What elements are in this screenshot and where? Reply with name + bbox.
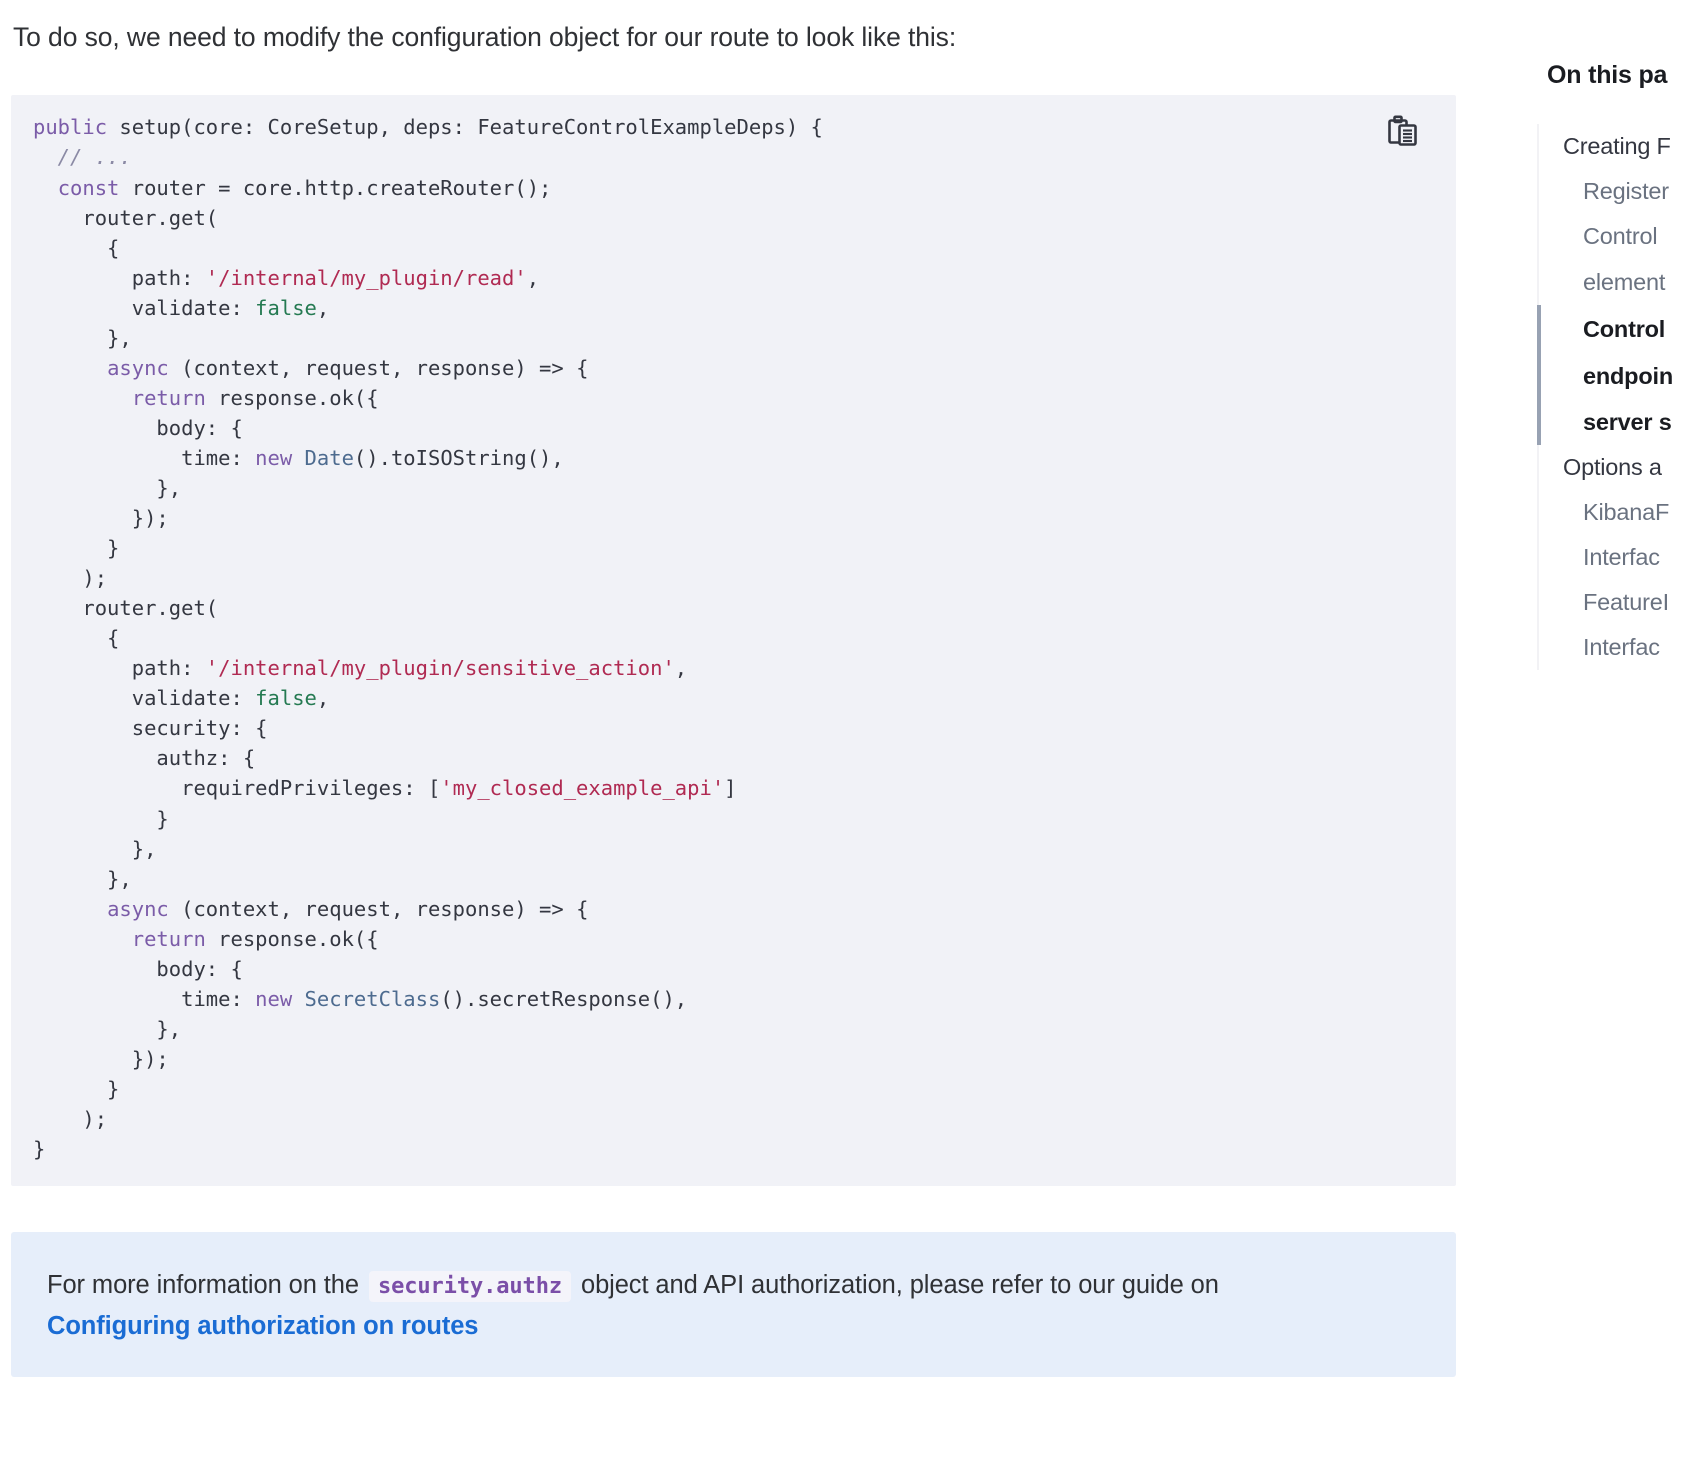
toc-item-continuation: endpoin: [1583, 363, 1673, 389]
code-token: requiredPrivileges: [: [33, 776, 441, 801]
code-token: public: [33, 115, 108, 140]
code-token: false: [255, 295, 317, 320]
code-block: public setup(core: CoreSetup, deps: Feat…: [11, 95, 1456, 1187]
code-token: router.get(: [33, 205, 219, 230]
toc-item-continuation: server s: [1583, 409, 1672, 435]
code-token: path:: [33, 656, 206, 681]
code-content: public setup(core: CoreSetup, deps: Feat…: [11, 112, 1456, 1164]
code-token: validate:: [33, 295, 256, 320]
main-content-column: To do so, we need to modify the configur…: [11, 0, 1456, 1377]
callout-text: For more information on the security.aut…: [47, 1266, 1420, 1306]
callout-text-before: For more information on the: [47, 1271, 359, 1300]
code-token: });: [33, 506, 169, 531]
documentation-page: To do so, we need to modify the configur…: [0, 0, 1690, 1464]
code-token: (context, request, response) => {: [168, 896, 589, 921]
code-token: ,: [316, 295, 330, 320]
copy-clipboard-icon[interactable]: [1386, 114, 1420, 148]
code-token: setup(core: CoreSetup, deps: FeatureCont…: [107, 115, 823, 140]
on-this-page-list: Creating F Register Control element Control e…: [1537, 124, 1690, 670]
on-this-page-rail: On this pa Creating F Register Control elem…: [1537, 0, 1690, 1464]
code-token: response.ok({: [205, 926, 379, 951]
code-token: security: {: [33, 716, 268, 741]
code-token: Date: [304, 445, 354, 470]
code-token: ]: [724, 776, 737, 801]
code-token: validate:: [33, 686, 256, 711]
code-token: return: [131, 385, 206, 410]
toc-item[interactable]: Creating F: [1539, 124, 1690, 169]
code-token: time:: [33, 445, 256, 470]
code-token: (context, request, response) => {: [168, 355, 589, 380]
code-token: ().secretResponse(),: [440, 986, 688, 1011]
code-token: response.ok({: [205, 385, 379, 410]
code-token: body: {: [33, 956, 243, 981]
code-token: },: [33, 1016, 182, 1041]
toc-item-continuation: element: [1583, 269, 1666, 295]
callout-text-after: object and API authorization, please ref…: [581, 1271, 1219, 1300]
code-token: new: [255, 986, 293, 1011]
info-callout: For more information on the security.aut…: [11, 1232, 1456, 1377]
toc-item[interactable]: Control: [1539, 305, 1690, 353]
toc-item[interactable]: Options a: [1539, 445, 1690, 490]
code-token: }: [33, 1076, 120, 1101]
toc-item[interactable]: Interfac: [1539, 535, 1690, 580]
code-token: },: [33, 866, 132, 891]
toc-active-indicator: [1537, 305, 1541, 445]
code-token: ,: [316, 686, 330, 711]
code-token: path:: [33, 265, 206, 290]
code-token: time:: [33, 986, 256, 1011]
code-token: false: [255, 686, 317, 711]
code-token: async: [107, 896, 169, 921]
code-token: }: [33, 1137, 46, 1162]
callout-link[interactable]: Configuring authorization on routes: [47, 1312, 478, 1341]
toc-item[interactable]: Interfac: [1539, 625, 1690, 670]
code-token: authz: {: [33, 746, 256, 771]
code-token: new: [255, 445, 293, 470]
code-token: '/internal/my_plugin/read': [205, 265, 527, 290]
code-token: }: [33, 806, 169, 831]
toc-item[interactable]: KibanaF: [1539, 490, 1690, 535]
code-token: },: [33, 475, 182, 500]
code-token: router = core.http.createRouter();: [119, 175, 552, 200]
code-token: ().toISOString(),: [353, 445, 564, 470]
code-token: 'my_closed_example_api': [440, 776, 725, 801]
code-token: async: [107, 355, 169, 380]
code-token: // ...: [33, 145, 132, 170]
code-token: return: [131, 926, 206, 951]
inline-code-chip: security.authz: [368, 1271, 571, 1303]
code-token: ,: [674, 656, 688, 681]
code-token: },: [33, 325, 132, 350]
intro-paragraph: To do so, we need to modify the configur…: [13, 22, 957, 52]
toc-item[interactable]: Control: [1539, 214, 1690, 259]
code-token: },: [33, 836, 157, 861]
code-token: );: [33, 1106, 108, 1131]
code-token: SecretClass: [304, 986, 441, 1011]
code-token: '/internal/my_plugin/sensitive_action': [205, 656, 675, 681]
toc-item[interactable]: FeatureI: [1539, 580, 1690, 625]
code-token: });: [33, 1046, 169, 1071]
code-token: ,: [526, 265, 540, 290]
code-token: body: {: [33, 415, 243, 440]
on-this-page-title: On this pa: [1547, 61, 1668, 89]
code-token: const: [57, 175, 120, 200]
code-token: {: [33, 235, 120, 260]
toc-item[interactable]: Register: [1539, 169, 1690, 214]
code-token: }: [33, 536, 120, 561]
code-token: router.get(: [33, 596, 219, 621]
code-token: );: [33, 566, 108, 591]
code-token: {: [33, 626, 120, 651]
